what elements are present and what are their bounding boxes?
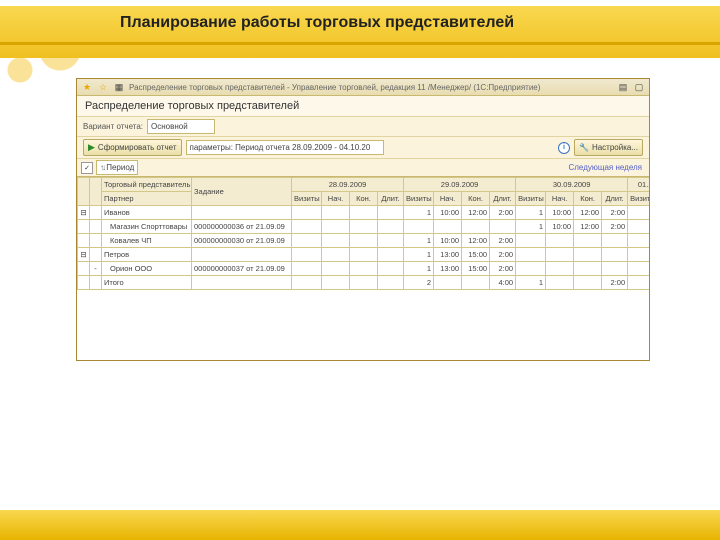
data-grid: Торговый представитель Задание 28.09.200… (77, 176, 649, 360)
table-row[interactable]: Итого 24:00 12:00 (78, 276, 650, 290)
variant-field[interactable]: Основной (147, 119, 215, 134)
settings-label: Настройка... (592, 143, 638, 152)
col-rep: Торговый представитель (102, 178, 192, 192)
app-icon: ▦ (113, 81, 125, 93)
info-icon[interactable]: i (558, 142, 570, 154)
app-window: ★ ☆ ▦ Распределение торговых представите… (76, 78, 650, 361)
table-row[interactable]: Ковалев ЧП000000000030 от 21.09.09 110:0… (78, 234, 650, 248)
favorite-icon[interactable]: ☆ (97, 81, 109, 93)
date-0: 28.09.2009 (292, 178, 404, 192)
close-icon[interactable]: ▢ (633, 81, 645, 93)
variant-row: Вариант отчета: Основной (77, 116, 649, 136)
generate-label: Сформировать отчет (98, 143, 177, 152)
col-task: Задание (192, 178, 292, 206)
collapse-button[interactable]: ⊟ (78, 248, 90, 262)
collapse-button[interactable]: ⊟ (78, 206, 90, 220)
favorite-icon[interactable]: ★ (81, 81, 93, 93)
params-field[interactable]: параметры: Период отчета 28.09.2009 - 04… (186, 140, 384, 155)
toolbar: ▶Сформировать отчет параметры: Период от… (77, 136, 649, 158)
arrows-icon: ↑↓ (100, 163, 104, 172)
table-row[interactable]: ⊟ Петров 113:0015:002:00 (78, 248, 650, 262)
period-button[interactable]: ↑↓ Период (96, 160, 138, 175)
settings-button[interactable]: 🔧Настройка... (574, 139, 643, 156)
bottom-band (0, 510, 720, 540)
generate-button[interactable]: ▶Сформировать отчет (83, 139, 182, 156)
period-row: ✓ ↑↓ Период Следующая неделя (77, 158, 649, 176)
play-icon: ▶ (88, 142, 95, 153)
header-row-1: Торговый представитель Задание 28.09.200… (78, 178, 650, 192)
calc-icon[interactable]: ▤ (617, 81, 629, 93)
col-partner: Партнер (102, 192, 192, 206)
date-2: 30.09.2009 (516, 178, 628, 192)
date-1: 29.09.2009 (404, 178, 516, 192)
date-3: 01.10.2009 (628, 178, 649, 192)
wrench-icon: 🔧 (579, 143, 589, 152)
table-row[interactable]: ⊟ Иванов 110:0012:002:00 110:0012:002:00 (78, 206, 650, 220)
window-title: Распределение торговых представителей - … (129, 83, 613, 92)
next-week-link[interactable]: Следующая неделя (565, 162, 645, 173)
variant-label: Вариант отчета: (83, 122, 143, 131)
table-row[interactable]: Магазин Спорттовары000000000036 от 21.09… (78, 220, 650, 234)
header-row-2: Партнер ВизитыНач.Кон.Длит. ВизитыНач.Ко… (78, 192, 650, 206)
period-checkbox[interactable]: ✓ (81, 162, 93, 174)
slide-title: Планирование работы торговых представите… (0, 6, 720, 58)
table-row[interactable]: - Орион ООО000000000037 от 21.09.09 113:… (78, 262, 650, 276)
document-title: Распределение торговых представителей (77, 96, 649, 116)
period-label: Период (106, 163, 134, 172)
window-titlebar: ★ ☆ ▦ Распределение торговых представите… (77, 79, 649, 96)
